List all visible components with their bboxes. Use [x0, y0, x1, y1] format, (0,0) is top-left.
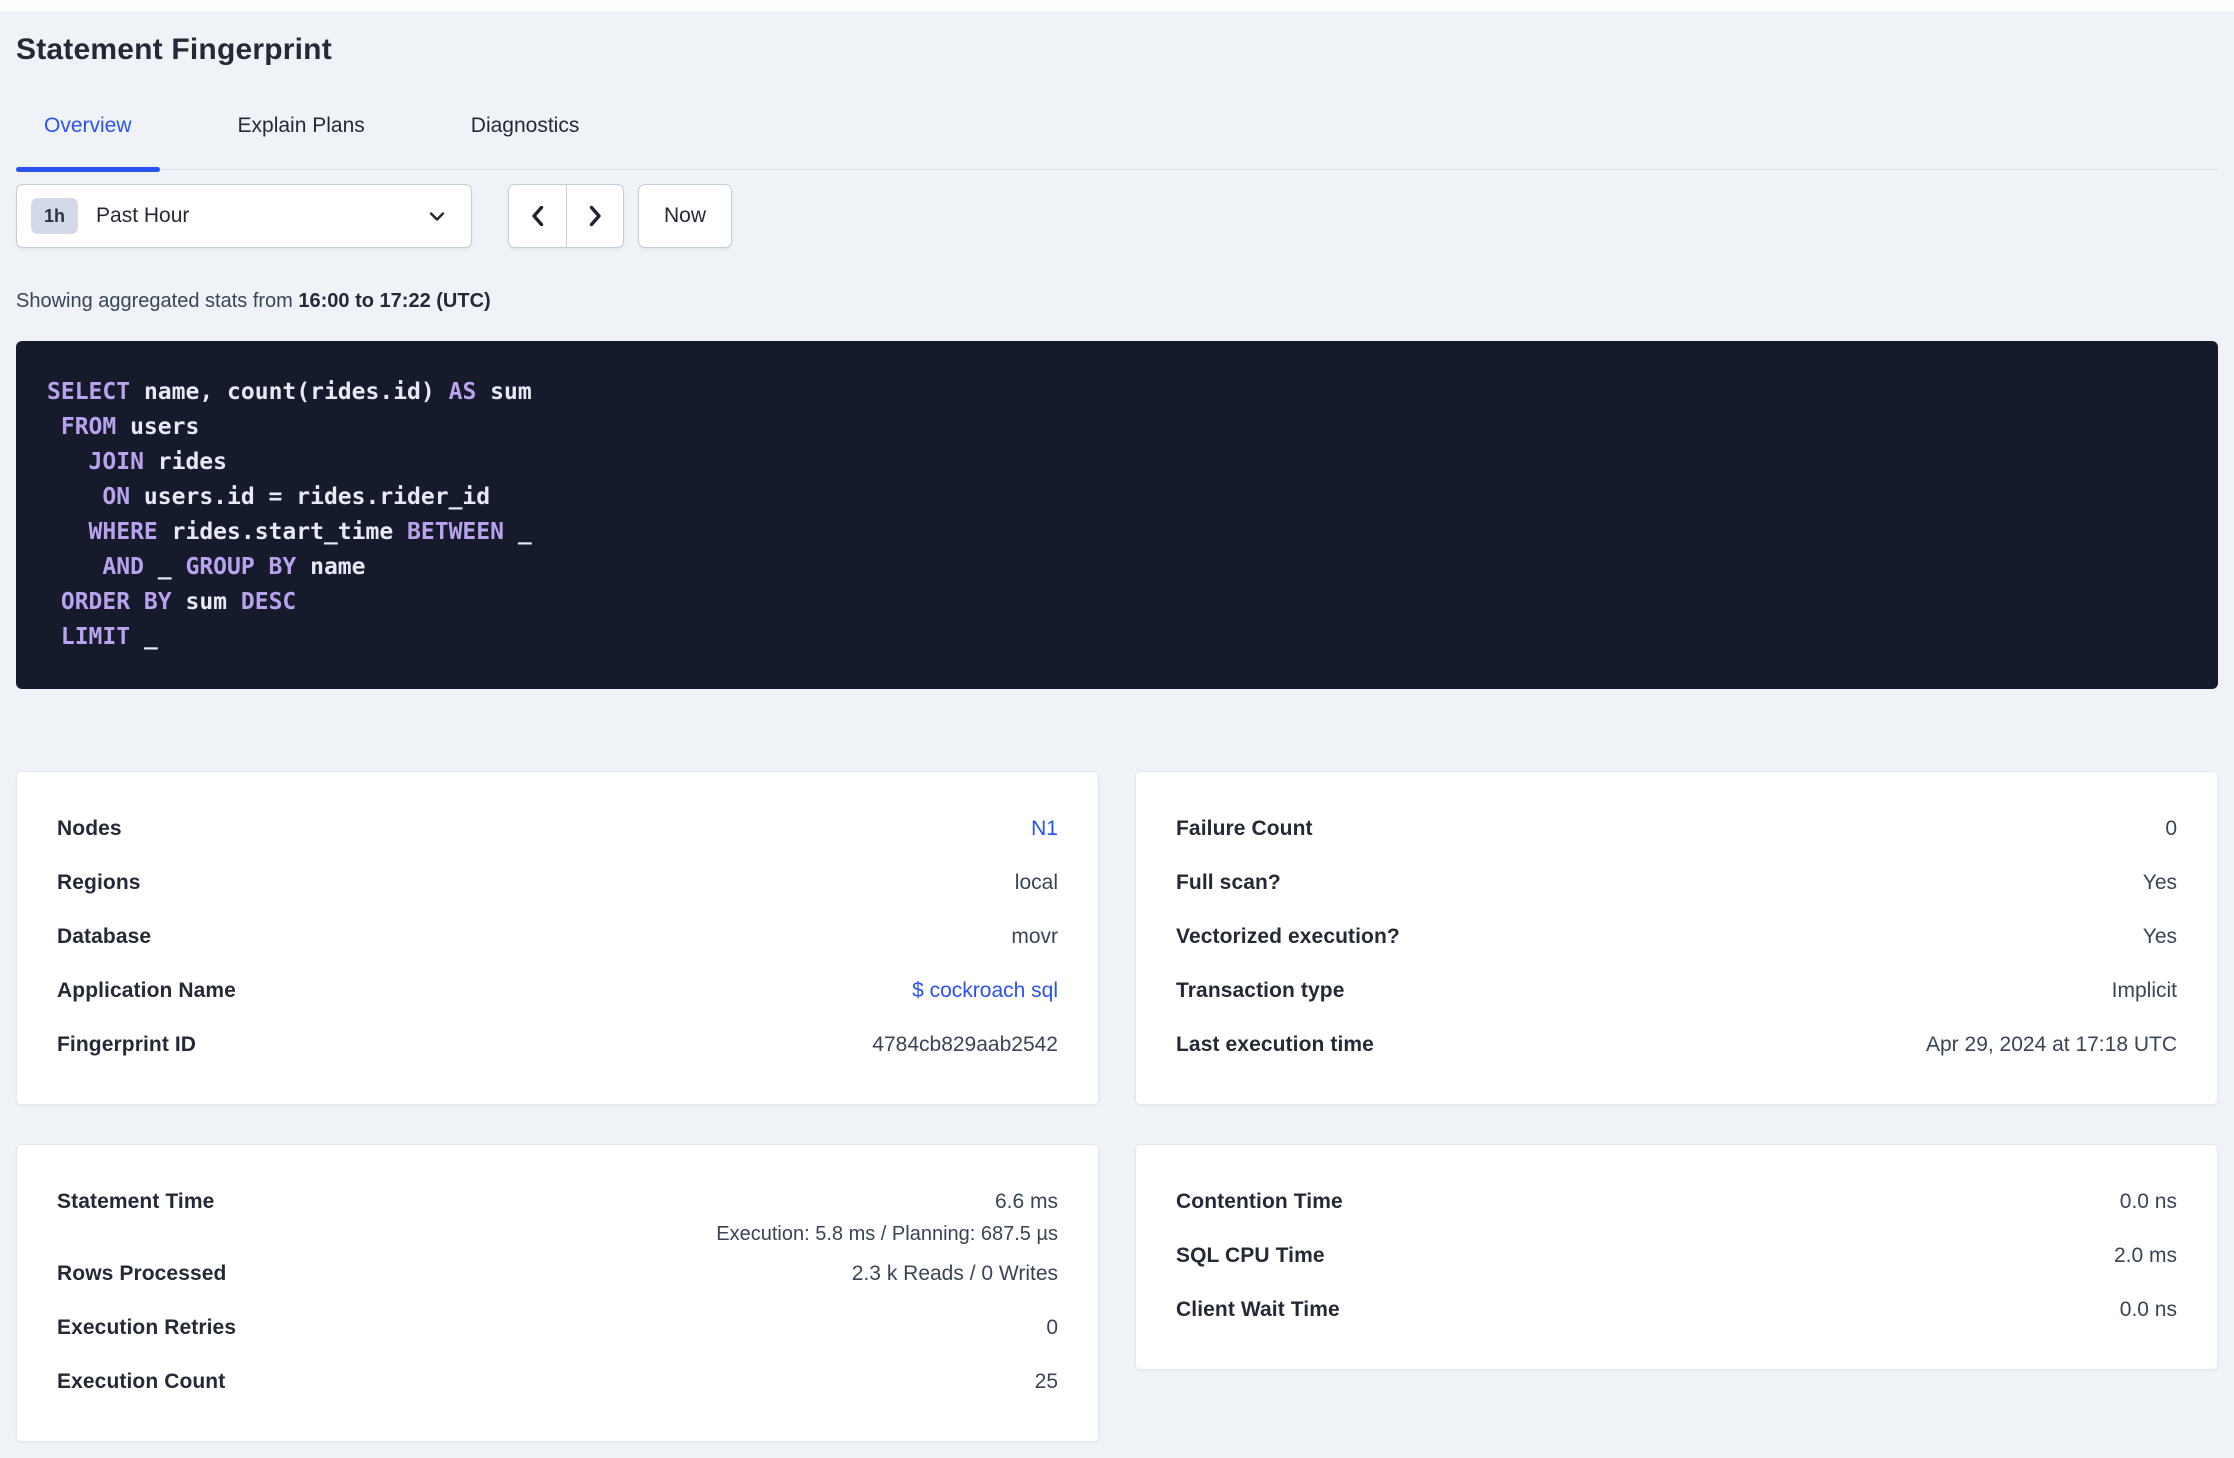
statement-fingerprint-page: Statement Fingerprint Overview Explain P…	[0, 31, 2234, 1442]
regions-value: local	[1014, 871, 1058, 894]
application-name-row: Application Name $ cockroach sql	[57, 964, 1058, 1018]
contention-time-label: Contention Time	[1176, 1190, 1343, 1213]
statement-time-value: 6.6 ms	[994, 1190, 1058, 1213]
tab-label: Explain Plans	[237, 114, 365, 137]
aggregation-range: 16:00 to 17:22 (UTC)	[298, 290, 491, 312]
nodes-row: Nodes N1	[57, 802, 1058, 856]
statement-time-row: Statement Time 6.6 ms	[57, 1175, 1058, 1229]
application-name-link[interactable]: $ cockroach sql	[912, 979, 1058, 1003]
nodes-label: Nodes	[57, 817, 122, 840]
vectorized-execution-label: Vectorized execution?	[1176, 925, 1400, 948]
full-scan-row: Full scan? Yes	[1176, 856, 2177, 910]
execution-retries-row: Execution Retries 0	[57, 1301, 1058, 1355]
last-execution-time-row: Last execution time Apr 29, 2024 at 17:1…	[1176, 1018, 2177, 1072]
execution-retries-value: 0	[1046, 1316, 1058, 1339]
time-range-pager	[508, 184, 624, 248]
statement-details-card: Nodes N1 Regions local Database movr App…	[16, 771, 1099, 1105]
fingerprint-id-label: Fingerprint ID	[57, 1033, 197, 1056]
now-button[interactable]: Now	[638, 184, 732, 248]
tab-overview[interactable]: Overview	[16, 105, 160, 172]
client-wait-time-value: 0.0 ns	[2119, 1298, 2177, 1321]
vectorized-execution-value: Yes	[2142, 925, 2177, 948]
database-value: movr	[1011, 925, 1058, 948]
full-scan-value: Yes	[2142, 871, 2177, 894]
vectorized-execution-row: Vectorized execution? Yes	[1176, 910, 2177, 964]
execution-retries-label: Execution Retries	[57, 1316, 237, 1339]
tab-label: Diagnostics	[470, 114, 580, 137]
time-range-badge: 1h	[31, 198, 79, 234]
last-execution-time-value: Apr 29, 2024 at 17:18 UTC	[1926, 1033, 2177, 1056]
rows-processed-label: Rows Processed	[57, 1262, 227, 1285]
database-row: Database movr	[57, 910, 1058, 964]
top-strip	[0, 0, 2234, 11]
chevron-right-icon	[584, 203, 606, 229]
regions-row: Regions local	[57, 856, 1058, 910]
statement-time-label: Statement Time	[57, 1190, 215, 1213]
rows-processed-value: 2.3 k Reads / 0 Writes	[851, 1262, 1058, 1285]
transaction-type-value: Implicit	[2111, 979, 2177, 1002]
sql-statement-box: SELECT name, count(rides.id) AS sum FROM …	[16, 341, 2218, 689]
client-wait-time-row: Client Wait Time 0.0 ns	[1176, 1283, 2177, 1337]
last-execution-time-label: Last execution time	[1176, 1033, 1374, 1056]
contention-time-row: Contention Time 0.0 ns	[1176, 1175, 2177, 1229]
database-label: Database	[57, 925, 152, 948]
fingerprint-id-row: Fingerprint ID 4784cb829aab2542	[57, 1018, 1058, 1072]
failure-count-row: Failure Count 0	[1176, 802, 2177, 856]
full-scan-label: Full scan?	[1176, 871, 1281, 894]
next-time-button[interactable]	[566, 185, 623, 247]
application-name-label: Application Name	[57, 979, 236, 1002]
aggregation-summary-prefix: Showing aggregated stats from	[16, 290, 299, 312]
rows-processed-row: Rows Processed 2.3 k Reads / 0 Writes	[57, 1247, 1058, 1301]
execution-count-label: Execution Count	[57, 1370, 226, 1393]
tab-explain-plans[interactable]: Explain Plans	[210, 105, 393, 169]
failure-count-value: 0	[2165, 817, 2177, 840]
contention-time-value: 0.0 ns	[2119, 1190, 2177, 1213]
time-picker-toolbar: 1h Past Hour Now	[16, 184, 2218, 248]
execution-count-value: 25	[1034, 1370, 1058, 1393]
time-range-dropdown[interactable]: 1h Past Hour	[16, 184, 472, 248]
page-title: Statement Fingerprint	[16, 33, 332, 66]
time-range-label: Past Hour	[96, 204, 190, 227]
failure-count-label: Failure Count	[1176, 817, 1313, 840]
client-wait-time-label: Client Wait Time	[1176, 1298, 1340, 1321]
tab-bar: Overview Explain Plans Diagnostics	[16, 105, 2218, 172]
tab-label: Overview	[44, 114, 132, 137]
sql-cpu-time-row: SQL CPU Time 2.0 ms	[1176, 1229, 2177, 1283]
statement-time-breakdown-text: Execution: 5.8 ms / Planning: 687.5 µs	[716, 1223, 1058, 1245]
sql-code: SELECT name, count(rides.id) AS sum FROM …	[47, 379, 532, 650]
execution-attributes-card: Failure Count 0 Full scan? Yes Vectorize…	[1135, 771, 2218, 1105]
statement-times-card: Statement Time 6.6 ms Execution: 5.8 ms …	[16, 1144, 1099, 1442]
execution-count-row: Execution Count 25	[57, 1355, 1058, 1409]
prev-time-button[interactable]	[509, 185, 566, 247]
transaction-type-label: Transaction type	[1176, 979, 1345, 1002]
resource-times-card: Contention Time 0.0 ns SQL CPU Time 2.0 …	[1135, 1144, 2218, 1370]
chevron-down-icon	[425, 204, 449, 228]
statement-time-breakdown: Execution: 5.8 ms / Planning: 687.5 µs	[57, 1223, 1058, 1247]
sql-cpu-time-label: SQL CPU Time	[1176, 1244, 1325, 1267]
nodes-link[interactable]: N1	[1031, 817, 1058, 841]
chevron-left-icon	[527, 203, 549, 229]
stat-cards-grid: Nodes N1 Regions local Database movr App…	[16, 771, 2218, 1442]
sql-cpu-time-value: 2.0 ms	[2113, 1244, 2177, 1267]
transaction-type-row: Transaction type Implicit	[1176, 964, 2177, 1018]
aggregation-summary: Showing aggregated stats from 16:00 to 1…	[16, 288, 2218, 314]
regions-label: Regions	[57, 871, 141, 894]
tab-diagnostics[interactable]: Diagnostics	[443, 105, 608, 169]
fingerprint-id-value: 4784cb829aab2542	[872, 1033, 1058, 1056]
